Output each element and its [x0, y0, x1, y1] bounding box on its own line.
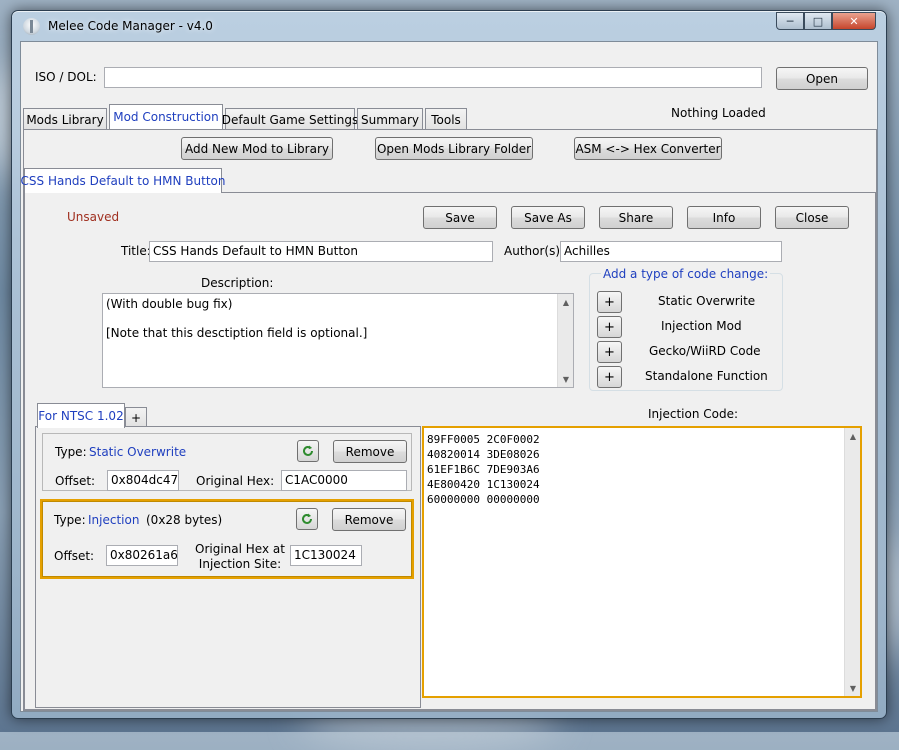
app-window: Melee Code Manager - v4.0 ─ □ ✕ ISO / DO… [11, 10, 887, 719]
minimize-icon: ─ [786, 14, 794, 28]
mod-construction-panel: Add New Mod to Library Open Mods Library… [21, 129, 877, 711]
iso-path-input[interactable] [104, 67, 762, 88]
offset-label: Offset: [55, 474, 96, 488]
refresh-icon [303, 445, 313, 456]
offset-input[interactable]: 0x80261a6c [106, 545, 178, 566]
original-hex-input[interactable]: 1C130024 [290, 545, 362, 566]
description-line: [Note that this desctiption field is opt… [106, 326, 368, 340]
scroll-up-icon[interactable]: ▲ [558, 294, 573, 310]
code-line: 4E800420 1C130024 [427, 478, 540, 491]
code-type-label: Gecko/WiiRD Code [649, 344, 761, 358]
description-line: (With double bug fix) [106, 297, 233, 311]
scroll-up-icon[interactable]: ▲ [845, 428, 861, 444]
tab-ntsc-102[interactable]: For NTSC 1.02 [37, 403, 125, 428]
scroll-down-icon[interactable]: ▼ [558, 371, 573, 387]
original-hex-label-line: Injection Site: [198, 557, 282, 571]
tab-mod-construction[interactable]: Mod Construction [109, 104, 223, 129]
refresh-button[interactable] [296, 508, 318, 530]
add-version-tab-button[interactable]: + [125, 407, 147, 427]
save-as-button[interactable]: Save As [511, 206, 585, 229]
tab-summary[interactable]: Summary [357, 108, 423, 130]
injection-code-scrollbar[interactable]: ▲ ▼ [844, 428, 860, 696]
close-mod-button[interactable]: Close [775, 206, 849, 229]
close-icon: ✕ [849, 14, 859, 28]
mod-editor-panel: Unsaved Save Save As Share Info Close Ti… [24, 192, 876, 710]
original-hex-label-line: Original Hex at [195, 542, 285, 556]
save-button[interactable]: Save [423, 206, 497, 229]
add-standalone-function-button[interactable]: + [597, 366, 622, 388]
code-type-label: Injection Mod [661, 319, 742, 333]
author-label: Author(s): [504, 244, 565, 258]
title-bar[interactable]: Melee Code Manager - v4.0 ─ □ ✕ [12, 11, 886, 41]
code-line: 60000000 00000000 [427, 493, 540, 506]
title-label: Title: [121, 244, 151, 258]
open-button[interactable]: Open [776, 67, 868, 90]
offset-label: Offset: [54, 549, 95, 563]
open-mods-folder-button[interactable]: Open Mods Library Folder [375, 137, 533, 160]
client-area: ISO / DOL: Open Mods Library Mod Constru… [20, 41, 878, 712]
code-type-label: Standalone Function [645, 369, 768, 383]
close-window-button[interactable]: ✕ [832, 12, 876, 30]
tab-mod-css-hands[interactable]: CSS Hands Default to HMN Button [21, 168, 226, 193]
description-textarea[interactable]: (With double bug fix) [Note that this de… [102, 293, 574, 388]
description-label: Description: [201, 276, 274, 290]
injection-code-label: Injection Code: [648, 407, 739, 421]
change-static-overwrite: Type: Static Overwrite Remove Offset: 0x… [42, 433, 412, 491]
refresh-icon [302, 513, 312, 524]
offset-input[interactable]: 0x804dc47c [107, 470, 179, 491]
original-hex-input[interactable]: C1AC0000 [281, 470, 407, 491]
status-text: Nothing Loaded [671, 106, 766, 120]
type-label: Type: [55, 445, 87, 459]
remove-button[interactable]: Remove [333, 440, 407, 463]
code-line: 61EF1B6C 7DE903A6 [427, 463, 540, 476]
description-scrollbar[interactable]: ▲ ▼ [557, 294, 573, 387]
refresh-button[interactable] [297, 440, 319, 462]
smash-logo-icon [23, 18, 40, 35]
add-static-overwrite-button[interactable]: + [597, 291, 622, 313]
original-hex-label: Original Hex at Injection Site: [195, 542, 285, 572]
remove-button[interactable]: Remove [332, 508, 406, 531]
code-type-heading: Add a type of code change: [601, 267, 771, 281]
share-button[interactable]: Share [599, 206, 673, 229]
scroll-down-icon[interactable]: ▼ [845, 680, 861, 696]
iso-label: ISO / DOL: [35, 70, 97, 84]
info-button[interactable]: Info [687, 206, 761, 229]
maximize-button[interactable]: □ [804, 12, 832, 30]
injection-code-text[interactable]: 89FF0005 2C0F0002 40820014 3DE08026 61EF… [427, 432, 540, 507]
maximize-icon: □ [812, 14, 824, 28]
injection-code-editor[interactable]: 89FF0005 2C0F0002 40820014 3DE08026 61EF… [422, 426, 862, 698]
add-new-mod-button[interactable]: Add New Mod to Library [181, 137, 333, 160]
tab-tools[interactable]: Tools [425, 108, 467, 130]
change-injection[interactable]: Type: Injection (0x28 bytes) Remove Offs… [40, 499, 414, 579]
code-changes-panel: Type: Static Overwrite Remove Offset: 0x… [35, 426, 421, 708]
add-injection-mod-button[interactable]: + [597, 316, 622, 338]
add-gecko-code-button[interactable]: + [597, 341, 622, 363]
window-title: Melee Code Manager - v4.0 [48, 19, 213, 33]
title-input[interactable]: CSS Hands Default to HMN Button [149, 241, 493, 262]
type-value[interactable]: Injection [88, 513, 139, 527]
tab-default-game-settings[interactable]: Default Game Settings [222, 108, 358, 130]
code-line: 89FF0005 2C0F0002 [427, 433, 540, 446]
asm-hex-converter-button[interactable]: ASM <-> Hex Converter [574, 137, 722, 160]
tab-mods-library[interactable]: Mods Library [23, 108, 107, 130]
type-label: Type: [54, 513, 86, 527]
unsaved-indicator: Unsaved [67, 210, 120, 224]
code-line: 40820014 3DE08026 [427, 448, 540, 461]
minimize-button[interactable]: ─ [776, 12, 804, 30]
code-type-label: Static Overwrite [658, 294, 756, 308]
code-size: (0x28 bytes) [146, 513, 223, 527]
author-input[interactable]: Achilles [560, 241, 782, 262]
original-hex-label: Original Hex: [196, 474, 275, 488]
type-value[interactable]: Static Overwrite [89, 445, 186, 459]
